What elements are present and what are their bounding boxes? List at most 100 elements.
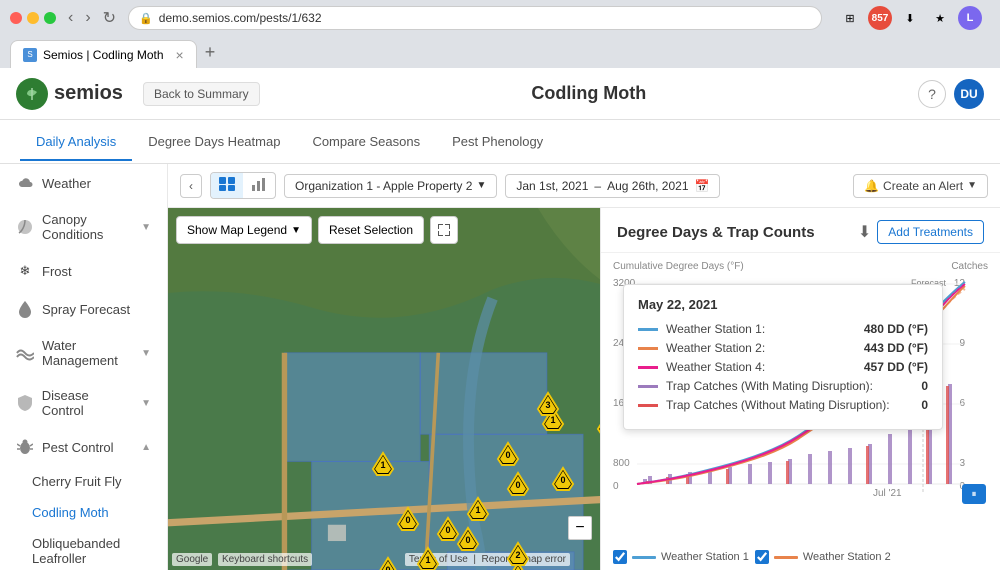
user-profile-icon[interactable]: L <box>958 6 982 30</box>
trap-marker[interactable]: 0 <box>376 556 400 570</box>
trap-marker[interactable]: 1 <box>371 451 395 475</box>
tooltip-label-trap-with: Trap Catches (With Mating Disruption): <box>666 379 921 393</box>
create-alert-label: Create an Alert <box>883 179 963 193</box>
map-legend-label: Show Map Legend <box>187 223 287 237</box>
sidebar-sub-item-cherry[interactable]: Cherry Fruit Fly <box>0 466 167 497</box>
tooltip-value-ws4: 457 DD (°F) <box>864 360 928 374</box>
content-toolbar: ‹ › Organization 1 - Apple Property 2 ▼ … <box>168 164 1000 208</box>
trap-marker[interactable]: 1 <box>596 411 600 435</box>
browser-tab[interactable]: S Semios | Codling Moth × <box>10 40 197 68</box>
svg-text:2: 2 <box>515 550 520 560</box>
forward-browser-button[interactable]: › <box>81 7 94 29</box>
download-chart-button[interactable]: ⬇ <box>852 220 877 244</box>
maximize-dot[interactable] <box>44 12 56 24</box>
back-browser-button[interactable]: ‹ <box>64 7 77 29</box>
org-selector[interactable]: Organization 1 - Apple Property 2 ▼ <box>284 174 497 198</box>
tab-compare-seasons[interactable]: Compare Seasons <box>296 124 436 161</box>
chart-title: Degree Days & Trap Counts <box>617 224 852 241</box>
trap-marker[interactable]: 1 <box>466 496 490 520</box>
tabs-bar: Daily Analysis Degree Days Heatmap Compa… <box>0 120 1000 164</box>
tooltip-value-trap-with: 0 <box>921 379 928 393</box>
svg-text:0: 0 <box>613 481 619 492</box>
sidebar-item-weather[interactable]: Weather <box>0 164 167 202</box>
help-button[interactable]: ? <box>918 80 946 108</box>
legend-line-ws2 <box>774 556 798 559</box>
address-bar[interactable]: 🔒 demo.semios.com/pests/1/632 <box>128 6 822 30</box>
extension-icon-3[interactable]: ⬇ <box>898 6 922 30</box>
logo-text: semios <box>54 82 123 105</box>
snowflake-icon: ❄ <box>16 262 34 280</box>
content-area: ‹ › Organization 1 - Apple Property 2 ▼ … <box>168 164 1000 570</box>
expand-map-button[interactable] <box>430 216 458 244</box>
extension-icon-2[interactable]: 857 <box>868 6 892 30</box>
tooltip-label-ws1: Weather Station 1: <box>666 322 864 336</box>
date-start: Jan 1st, 2021 <box>516 179 588 193</box>
avatar[interactable]: DU <box>954 79 984 109</box>
svg-text:0: 0 <box>445 525 450 535</box>
leaf-icon <box>16 218 34 236</box>
sidebar-item-spray[interactable]: Spray Forecast <box>0 290 167 328</box>
tooltip-label-ws2: Weather Station 2: <box>666 341 864 355</box>
minimize-dot[interactable] <box>27 12 39 24</box>
tab-degree-days-heatmap[interactable]: Degree Days Heatmap <box>132 124 296 161</box>
nav-prev-button[interactable]: ‹ <box>180 174 202 198</box>
tab-daily-analysis[interactable]: Daily Analysis <box>20 124 132 161</box>
add-treatments-button[interactable]: Add Treatments <box>877 220 984 244</box>
legend-checkbox-ws1[interactable] <box>613 550 627 564</box>
tooltip-row-trap-without: Trap Catches (Without Mating Disruption)… <box>638 398 928 412</box>
svg-text:0: 0 <box>385 565 390 570</box>
trap-with-color-line <box>638 385 658 388</box>
trap-marker[interactable]: 0 <box>506 471 530 495</box>
tab-close-icon[interactable]: × <box>176 47 184 63</box>
trap-marker[interactable]: 0 <box>436 516 460 540</box>
sidebar-item-disease[interactable]: Disease Control ▼ <box>0 378 167 428</box>
sidebar-item-frost[interactable]: ❄ Frost <box>0 252 167 290</box>
chart-view-button[interactable] <box>243 173 275 198</box>
trap-marker[interactable]: 0 <box>551 466 575 490</box>
pause-animation-button[interactable]: ⏸ <box>962 484 986 504</box>
back-to-summary-button[interactable]: Back to Summary <box>143 82 260 106</box>
app-header: semios Back to Summary Codling Moth ? DU <box>0 68 1000 120</box>
svg-text:0: 0 <box>515 480 520 490</box>
svg-text:Jul '21: Jul '21 <box>873 488 902 499</box>
map-chart-container: Show Map Legend ▼ Reset Selection 1 <box>168 208 1000 570</box>
water-icon <box>16 344 34 362</box>
show-map-legend-button[interactable]: Show Map Legend ▼ <box>176 216 312 244</box>
sidebar-item-canopy[interactable]: Canopy Conditions ▼ <box>0 202 167 252</box>
extension-icon-4[interactable]: ★ <box>928 6 952 30</box>
sidebar-item-pest[interactable]: Pest Control ▲ <box>0 428 167 466</box>
legend-label-ws1: Weather Station 1 <box>661 551 749 563</box>
zoom-out-button[interactable]: − <box>568 516 592 540</box>
y-left-label: Cumulative Degree Days (°F) <box>613 261 744 272</box>
chart-wrapper: Cumulative Degree Days (°F) Catches 3200… <box>601 253 1000 544</box>
tooltip-row-trap-with: Trap Catches (With Mating Disruption): 0 <box>638 379 928 393</box>
trap-marker[interactable]: 3 <box>536 391 560 415</box>
date-end: Aug 26th, 2021 <box>607 179 688 193</box>
sidebar-item-water[interactable]: Water Management ▼ <box>0 328 167 378</box>
trap-marker[interactable]: 0 <box>396 506 420 530</box>
tooltip-value-ws1: 480 DD (°F) <box>864 322 928 336</box>
sidebar-label-spray: Spray Forecast <box>42 302 130 317</box>
date-range-picker[interactable]: Jan 1st, 2021 – Aug 26th, 2021 📅 <box>505 174 720 198</box>
sidebar-label-weather: Weather <box>42 176 91 191</box>
reload-browser-button[interactable]: ↻ <box>99 6 120 30</box>
trap-marker[interactable]: 2 <box>506 541 530 565</box>
trap-marker[interactable]: 1 <box>416 546 440 570</box>
new-tab-button[interactable]: + <box>197 42 224 63</box>
tab-pest-phenology[interactable]: Pest Phenology <box>436 124 559 161</box>
reset-selection-button[interactable]: Reset Selection <box>318 216 424 244</box>
trap-marker[interactable]: 0 <box>496 441 520 465</box>
create-alert-button[interactable]: 🔔 Create an Alert ▼ <box>853 174 988 198</box>
sidebar-sub-item-codling[interactable]: Codling Moth <box>0 497 167 528</box>
ws1-color-line <box>638 328 658 331</box>
map-view-button[interactable] <box>211 173 243 198</box>
sidebar-sub-item-oblique[interactable]: Obliquebanded Leafroller <box>0 528 167 570</box>
chevron-down-icon-water: ▼ <box>141 348 151 359</box>
close-dot[interactable] <box>10 12 22 24</box>
legend-checkbox-ws2[interactable] <box>755 550 769 564</box>
svg-text:0: 0 <box>560 475 565 485</box>
extension-icon-1[interactable]: ⊞ <box>838 6 862 30</box>
map-area[interactable]: Show Map Legend ▼ Reset Selection 1 <box>168 208 600 570</box>
url-text: demo.semios.com/pests/1/632 <box>159 11 322 25</box>
chevron-down-icon-org: ▼ <box>476 180 486 191</box>
